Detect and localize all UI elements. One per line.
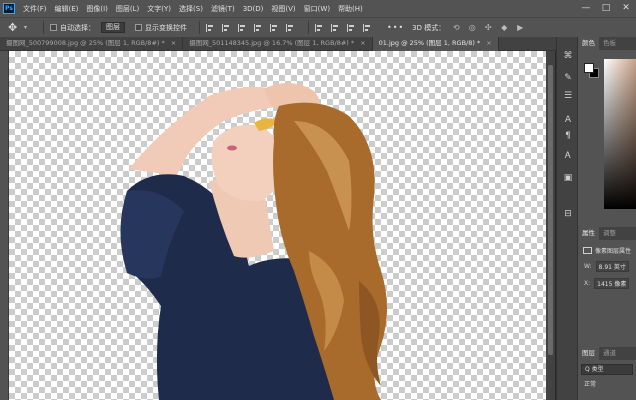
properties-panel: 属性 调整 像素图层属性 W: 8.91 英寸 X: 1415 像素 [578,227,636,289]
menu-edit[interactable]: 编辑(E) [55,4,79,14]
tools-panel[interactable] [0,51,9,400]
options-bar: ✥ ▾ 自动选择： 图层 显示变换控件 ••• 3D 模式： ⟲ ◎ ✣ ◆ ▶ [0,17,636,37]
distribute-icon[interactable] [347,23,356,32]
separator [199,21,201,34]
3d-rotate-icon[interactable]: ⟲ [451,23,461,33]
menu-help[interactable]: 帮助(H) [338,4,363,14]
tab-properties[interactable]: 属性 [578,227,599,240]
width-label: W: [584,263,592,270]
menu-image[interactable]: 图像(I) [86,4,108,14]
vertical-scrollbar[interactable] [546,51,555,400]
menu-filter[interactable]: 滤镜(T) [211,4,235,14]
right-panels: 颜色 色板 属性 调整 像素图层属性 W: 8.91 英寸 X: 1415 像素… [578,37,636,400]
lips [227,145,237,151]
menu-select[interactable]: 选择(S) [179,4,203,14]
close-icon[interactable]: × [171,37,176,51]
3d-scale-icon[interactable]: ▶ [515,23,525,33]
auto-select-checkbox[interactable] [50,24,58,31]
tab-label: 01.jpg @ 25% (图层 1, RGB/8) * [378,39,481,47]
separator [308,21,310,34]
distribute-icon[interactable] [315,23,324,32]
photoshop-logo[interactable]: Ps [3,3,15,14]
close-icon[interactable]: ✕ [616,0,636,17]
tab-channels[interactable]: 通道 [599,347,620,360]
close-icon[interactable]: × [486,37,491,51]
close-icon[interactable]: × [360,37,365,51]
image-layer-icon [583,247,592,254]
color-picker-field[interactable] [604,59,636,209]
auto-select-label: 自动选择： [60,23,96,32]
distribute-icon[interactable] [363,23,372,32]
tool-preset-caret-icon[interactable]: ▾ [24,24,27,31]
maximize-icon[interactable]: □ [596,0,616,17]
tab-adjustments[interactable]: 调整 [599,227,620,240]
paragraph-icon[interactable]: ¶ [562,131,574,141]
3d-roll-icon[interactable]: ◎ [467,23,477,33]
3d-pan-icon[interactable]: ✣ [483,23,493,33]
pixel-layer-header: 像素图层属性 [578,246,636,255]
history-icon[interactable]: ⌘ [562,51,574,61]
blend-mode-dropdown[interactable]: 正常 [581,379,633,388]
width-field[interactable]: 8.91 英寸 [595,261,629,272]
tab-swatches[interactable]: 色板 [599,37,620,50]
properties-icon[interactable]: ⊟ [562,209,574,219]
mode-3d-label: 3D 模式： [412,23,446,32]
minimize-icon[interactable]: — [576,0,596,17]
menu-window[interactable]: 窗口(W) [304,4,330,14]
align-top-icon[interactable] [254,23,263,32]
menu-file[interactable]: 文件(F) [23,4,47,14]
tab-document-3[interactable]: 01.jpg @ 25% (图层 1, RGB/8) * × [372,37,499,51]
show-transform-label: 显示变换控件 [145,23,188,32]
glyphs-icon[interactable]: Ꭺ [562,151,574,161]
panel-dock: ⌘ ✎ ☰ A ¶ Ꭺ ▣ ⊟ [556,37,578,400]
menu-type[interactable]: 文字(Y) [147,4,171,14]
show-transform-checkbox[interactable] [135,24,143,31]
info-icon[interactable]: ▣ [562,173,574,183]
tab-label: 摄图网_501148345.jpg @ 16.7% (图层 1, RGB/8#)… [189,39,355,47]
document-canvas[interactable] [9,51,546,400]
menu-3d[interactable]: 3D(D) [243,5,264,13]
align-bottom-icon[interactable] [286,23,295,32]
menu-bar: Ps 文件(F) 编辑(E) 图像(I) 图层(L) 文字(Y) 选择(S) 滤… [0,0,636,17]
tab-label: 摄图网_500799008.jpg @ 25% (图层 1, RGB/8#) * [6,39,165,47]
distribute-icon[interactable] [331,23,340,32]
align-left-icon[interactable] [206,23,215,32]
more-options-button[interactable]: ••• [387,23,404,32]
menu-layer[interactable]: 图层(L) [116,4,139,14]
pixel-layer-label: 像素图层属性 [595,248,632,255]
tab-layers[interactable]: 图层 [578,347,599,360]
align-center-icon[interactable] [222,23,231,32]
foreground-color-swatch[interactable] [584,63,594,73]
brush-settings-icon[interactable]: ✎ [562,73,574,83]
x-field[interactable]: 1415 像素 [594,278,630,289]
properties-panel-tabs: 属性 调整 [578,227,636,240]
separator [43,21,45,34]
window-controls: — □ ✕ [576,0,636,17]
x-row: X: 1415 像素 [578,278,636,289]
auto-select-dropdown[interactable]: 图层 [101,22,126,33]
align-middle-icon[interactable] [270,23,279,32]
adjustments-icon[interactable]: ☰ [562,91,574,101]
move-tool-icon[interactable]: ✥ [8,21,24,35]
layer-filter-dropdown[interactable]: Q 类型 [581,364,633,375]
tab-document-1[interactable]: 摄图网_500799008.jpg @ 25% (图层 1, RGB/8#) *… [0,37,184,51]
menu-view[interactable]: 视图(V) [271,4,295,14]
tab-color[interactable]: 颜色 [578,37,599,50]
scrollbar-thumb[interactable] [548,65,553,355]
document-tabs: 摄图网_500799008.jpg @ 25% (图层 1, RGB/8#) *… [0,37,578,51]
x-label: X: [584,280,591,287]
tab-document-2[interactable]: 摄图网_501148345.jpg @ 16.7% (图层 1, RGB/8#)… [183,37,373,51]
width-row: W: 8.91 英寸 [578,261,636,272]
align-right-icon[interactable] [238,23,247,32]
layers-panel-tabs: 图层 通道 [578,347,636,360]
character-icon[interactable]: A [562,115,574,125]
3d-slide-icon[interactable]: ◆ [499,23,509,33]
cutout-photo [120,82,388,400]
color-panel-tabs: 颜色 色板 [578,37,636,50]
layers-panel: 图层 通道 Q 类型 正常 [578,347,636,390]
